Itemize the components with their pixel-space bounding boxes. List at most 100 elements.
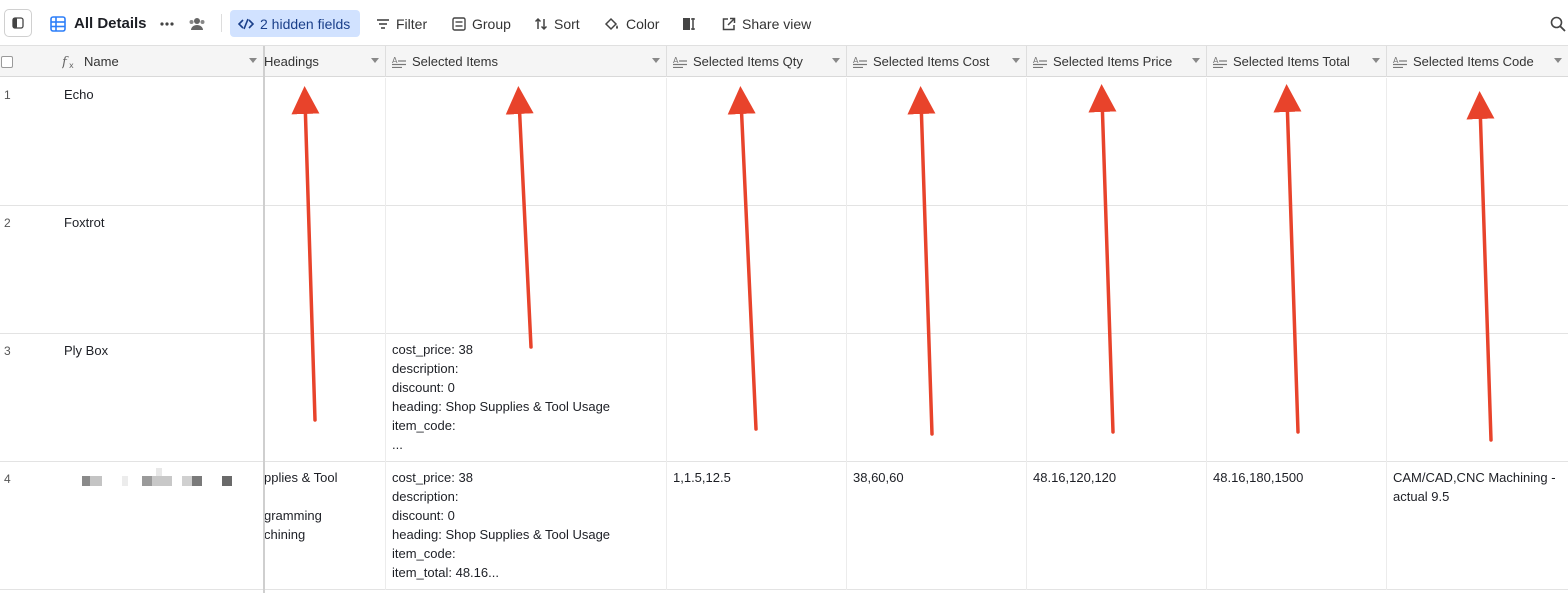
table-row[interactable]: 2 Foxtrot bbox=[0, 206, 1568, 334]
row-height-button[interactable] bbox=[682, 10, 696, 37]
group-button[interactable]: Group bbox=[452, 10, 511, 37]
chevron-down-icon[interactable] bbox=[1554, 58, 1562, 63]
view-switcher[interactable]: All Details bbox=[50, 10, 147, 37]
total-cell[interactable] bbox=[1207, 206, 1387, 334]
column-header-total[interactable]: A Selected Items Total bbox=[1207, 46, 1387, 77]
price-cell[interactable] bbox=[1027, 78, 1207, 206]
headings-cell[interactable] bbox=[264, 334, 386, 462]
qty-cell[interactable]: 1,1.5,12.5 bbox=[667, 462, 847, 590]
column-header-label: Selected Items Qty bbox=[693, 54, 803, 69]
total-cell[interactable] bbox=[1207, 334, 1387, 462]
cell-line: item_code: bbox=[392, 546, 456, 561]
name-cell[interactable]: Ply Box bbox=[56, 334, 264, 462]
cell-line: item_code: bbox=[392, 418, 456, 433]
code-cell[interactable] bbox=[1387, 78, 1568, 206]
qty-cell[interactable] bbox=[667, 206, 847, 334]
more-button[interactable] bbox=[160, 10, 174, 37]
sort-icon bbox=[534, 17, 548, 30]
row-number: 2 bbox=[4, 216, 11, 230]
price-cell[interactable] bbox=[1027, 334, 1207, 462]
hidden-fields-button[interactable]: 2 hidden fields bbox=[230, 10, 360, 37]
column-header-label: Selected Items Cost bbox=[873, 54, 990, 69]
color-label: Color bbox=[626, 15, 660, 32]
total-cell[interactable] bbox=[1207, 78, 1387, 206]
headings-cell[interactable] bbox=[264, 78, 386, 206]
code-cell[interactable] bbox=[1387, 334, 1568, 462]
cell-line: 48.16,120,120 bbox=[1033, 470, 1117, 485]
column-header-name[interactable]: fx Name bbox=[56, 46, 264, 77]
color-button[interactable]: Color bbox=[604, 10, 659, 37]
cost-cell[interactable]: 38,60,60 bbox=[847, 462, 1027, 590]
price-cell[interactable] bbox=[1027, 206, 1207, 334]
total-cell[interactable]: 48.16,180,1500 bbox=[1207, 462, 1387, 590]
column-header-qty[interactable]: A Selected Items Qty bbox=[667, 46, 847, 77]
sidebar-toggle-button[interactable] bbox=[4, 9, 32, 37]
chevron-down-icon[interactable] bbox=[1372, 58, 1380, 63]
cost-cell[interactable] bbox=[847, 206, 1027, 334]
selected-items-cell[interactable]: cost_price: 38 description: discount: 0 … bbox=[386, 462, 667, 590]
collaborators-button[interactable] bbox=[188, 10, 206, 37]
search-icon bbox=[1550, 16, 1566, 32]
chevron-down-icon[interactable] bbox=[1192, 58, 1200, 63]
cell-line: CAM/CAD,CNC Machining - bbox=[1393, 470, 1556, 485]
headings-cell[interactable]: pplies & Tool gramming chining bbox=[264, 462, 386, 590]
chevron-down-icon[interactable] bbox=[652, 58, 660, 63]
selected-items-cell[interactable] bbox=[386, 206, 667, 334]
name-cell[interactable]: Foxtrot bbox=[56, 206, 264, 334]
column-header-headings[interactable]: Headings bbox=[264, 46, 386, 77]
filter-button[interactable]: Filter bbox=[376, 10, 427, 37]
long-text-icon: A bbox=[392, 56, 406, 68]
long-text-icon: A bbox=[853, 56, 867, 68]
row-height-icon bbox=[683, 17, 695, 30]
chevron-down-icon[interactable] bbox=[371, 58, 379, 63]
cell-line: 48.16,180,1500 bbox=[1213, 470, 1304, 485]
cost-cell[interactable] bbox=[847, 334, 1027, 462]
cell-line: gramming bbox=[264, 508, 322, 523]
column-header-code[interactable]: A Selected Items Code bbox=[1387, 46, 1568, 77]
qty-cell[interactable] bbox=[667, 78, 847, 206]
svg-text:A: A bbox=[1033, 56, 1039, 65]
column-header-label: Headings bbox=[264, 54, 319, 69]
code-cell[interactable] bbox=[1387, 206, 1568, 334]
chevron-down-icon[interactable] bbox=[1012, 58, 1020, 63]
sort-button[interactable]: Sort bbox=[534, 10, 580, 37]
column-header-price[interactable]: A Selected Items Price bbox=[1027, 46, 1207, 77]
long-text-icon: A bbox=[1213, 56, 1227, 68]
sidebar-toggle-icon bbox=[12, 17, 24, 29]
headings-cell[interactable] bbox=[264, 206, 386, 334]
table-row[interactable]: 3 Ply Box cost_price: 38 description: di… bbox=[0, 334, 1568, 462]
frozen-column-divider bbox=[263, 46, 265, 593]
search-button[interactable] bbox=[1550, 10, 1566, 37]
chevron-down-icon[interactable] bbox=[249, 58, 257, 63]
svg-text:A: A bbox=[853, 56, 859, 65]
code-cell[interactable]: CAM/CAD,CNC Machining - actual 9.5 bbox=[1387, 462, 1568, 590]
cell-line bbox=[264, 487, 379, 506]
name-cell[interactable]: Echo bbox=[56, 78, 264, 206]
price-cell[interactable]: 48.16,120,120 bbox=[1027, 462, 1207, 590]
filter-label: Filter bbox=[396, 15, 428, 32]
formula-icon: fx bbox=[62, 55, 74, 69]
name-cell-redacted[interactable] bbox=[56, 462, 264, 590]
cell-line: description: bbox=[392, 489, 459, 504]
more-icon bbox=[160, 21, 174, 26]
cell-line: description: bbox=[392, 361, 459, 376]
view-name: All Details bbox=[74, 15, 147, 32]
cell-line: heading: Shop Supplies & Tool Usage bbox=[392, 399, 611, 414]
selected-items-cell[interactable]: cost_price: 38 description: discount: 0 … bbox=[386, 334, 667, 462]
table-row[interactable]: 4 pplies & Tool gramming chining cost_pr… bbox=[0, 462, 1568, 590]
table-row[interactable]: 1 Echo bbox=[0, 78, 1568, 206]
cost-cell[interactable] bbox=[847, 78, 1027, 206]
chevron-down-icon[interactable] bbox=[832, 58, 840, 63]
redacted-name bbox=[82, 468, 242, 488]
share-view-button[interactable]: Share view bbox=[722, 10, 811, 37]
column-header-cost[interactable]: A Selected Items Cost bbox=[847, 46, 1027, 77]
select-all-checkbox[interactable] bbox=[1, 55, 13, 68]
cell-line: pplies & Tool bbox=[264, 470, 338, 485]
svg-text:x: x bbox=[69, 61, 74, 69]
cell-line: chining bbox=[264, 527, 306, 542]
row-number: 4 bbox=[4, 472, 11, 486]
grid-view-icon bbox=[50, 15, 66, 32]
selected-items-cell[interactable] bbox=[386, 78, 667, 206]
qty-cell[interactable] bbox=[667, 334, 847, 462]
column-header-selected-items[interactable]: A Selected Items bbox=[386, 46, 667, 77]
